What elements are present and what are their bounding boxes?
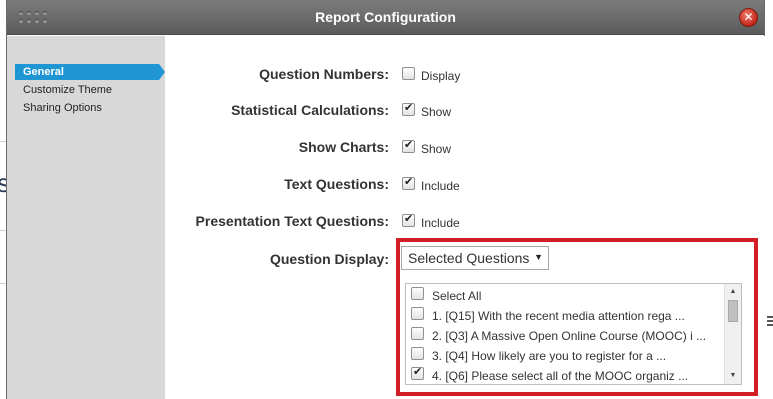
question-checkbox[interactable]	[411, 327, 424, 340]
statistical-calculations-label: Statistical Calculations:	[231, 102, 389, 118]
show-charts-checkbox[interactable]	[402, 138, 415, 153]
list-item-label: 2. [Q3] A Massive Open Online Course (MO…	[432, 329, 707, 343]
background-right-edge	[765, 0, 773, 399]
list-item[interactable]: 3. [Q4] How likely are you to register f…	[406, 344, 724, 364]
question-list[interactable]: Select All 1. [Q15] With the recent medi…	[405, 283, 742, 385]
list-item[interactable]: 2. [Q3] A Massive Open Online Course (MO…	[406, 324, 724, 344]
sidebar-item-general[interactable]: General	[15, 64, 165, 80]
presentation-text-questions-label: Presentation Text Questions:	[195, 213, 389, 229]
sidebar: General Customize Theme Sharing Options	[7, 36, 165, 399]
text-questions-label: Text Questions:	[284, 176, 389, 192]
list-item[interactable]: 1. [Q15] With the recent media attention…	[406, 304, 724, 324]
text-questions-row: Text Questions: Include	[165, 174, 765, 194]
list-item-label: Select All	[432, 289, 482, 303]
show-charts-label: Show Charts:	[298, 139, 389, 155]
list-item-label: 4. [Q6] Please select all of the MOOC or…	[432, 369, 689, 383]
text-questions-checkbox[interactable]	[402, 175, 415, 190]
question-numbers-label: Question Numbers:	[259, 66, 389, 82]
statistical-calculations-option: Show	[421, 105, 452, 119]
show-charts-row: Show Charts: Show	[165, 137, 765, 157]
question-checkbox[interactable]	[411, 365, 424, 380]
list-scrollbar[interactable]: ▲ ▼	[724, 284, 741, 384]
question-checkbox[interactable]	[411, 307, 424, 320]
menu-icon[interactable]	[767, 316, 773, 330]
close-icon[interactable]: ✕	[739, 8, 758, 27]
report-configuration-dialog: Report Configuration ✕ General Customize…	[6, 0, 765, 399]
question-display-select[interactable]: Selected Questions ▼	[401, 246, 549, 270]
statistical-calculations-row: Statistical Calculations: Show	[165, 100, 765, 120]
list-item[interactable]: 4. [Q6] Please select all of the MOOC or…	[406, 364, 724, 384]
scroll-up-icon[interactable]: ▲	[725, 286, 741, 298]
question-numbers-row: Question Numbers: Display	[165, 64, 765, 84]
question-display-label: Question Display:	[269, 251, 389, 267]
list-item-label: 3. [Q4] How likely are you to register f…	[432, 349, 667, 363]
sidebar-item-customize-theme[interactable]: Customize Theme	[15, 82, 112, 98]
question-checkbox[interactable]	[411, 347, 424, 360]
show-charts-option: Show	[421, 142, 452, 156]
general-settings-panel: Question Numbers: Display Statistical Ca…	[165, 36, 765, 399]
scroll-down-icon[interactable]: ▼	[725, 370, 741, 382]
presentation-text-questions-option: Include	[421, 216, 460, 230]
question-numbers-checkbox[interactable]	[402, 67, 415, 80]
presentation-text-questions-row: Presentation Text Questions: Include	[165, 211, 765, 231]
dialog-titlebar[interactable]: Report Configuration ✕	[7, 0, 764, 35]
question-display-value: Selected Questions	[408, 250, 530, 266]
select-all-checkbox[interactable]	[411, 287, 424, 300]
text-questions-option: Include	[421, 179, 460, 193]
presentation-text-questions-checkbox[interactable]	[402, 212, 415, 227]
scroll-thumb[interactable]	[728, 300, 738, 322]
chevron-down-icon: ▼	[534, 252, 543, 262]
list-item-select-all[interactable]: Select All	[406, 284, 724, 304]
sidebar-item-sharing-options[interactable]: Sharing Options	[15, 100, 102, 116]
question-numbers-option: Display	[421, 69, 461, 83]
dialog-title: Report Configuration	[315, 9, 456, 25]
list-item-label: 1. [Q15] With the recent media attention…	[432, 309, 685, 323]
statistical-calculations-checkbox[interactable]	[402, 101, 415, 116]
